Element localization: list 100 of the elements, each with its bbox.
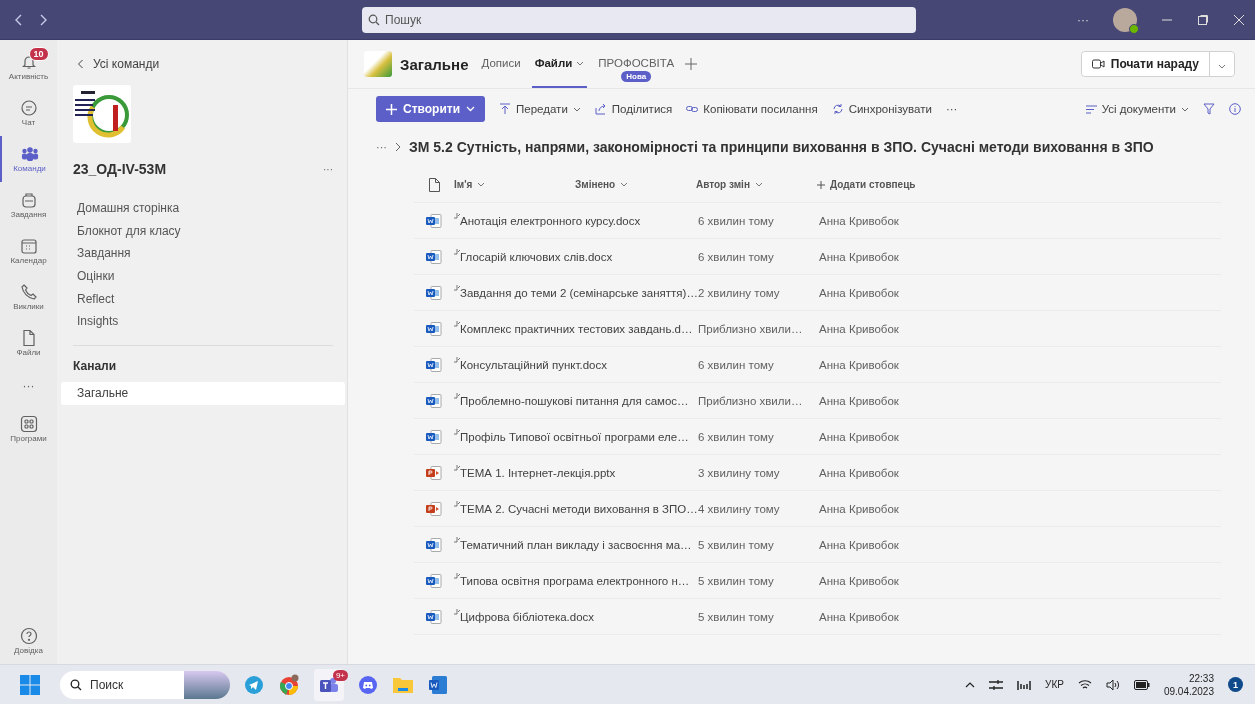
avatar[interactable] bbox=[1113, 7, 1137, 32]
file-name-link[interactable]: Типова освітня програма електронного н… bbox=[460, 574, 690, 587]
table-cell-text: Анна Кривобок bbox=[819, 286, 900, 299]
list-icon bbox=[1085, 104, 1097, 114]
team-nav-item[interactable]: Reflect bbox=[57, 287, 347, 311]
add-icon[interactable] bbox=[685, 58, 698, 70]
column-header[interactable]: Автор змін bbox=[696, 179, 817, 190]
breadcrumb-more-button[interactable]: ··· bbox=[376, 141, 387, 153]
create-button[interactable]: Створити bbox=[376, 96, 486, 122]
toolbar-button[interactable]: Поділитися bbox=[594, 103, 673, 115]
discord-icon[interactable] bbox=[358, 674, 378, 695]
team-nav-item[interactable]: Insights bbox=[57, 310, 347, 334]
notification-badge: 10 bbox=[28, 47, 49, 61]
toolbar-button[interactable]: Копіювати посилання bbox=[686, 103, 818, 115]
file-name-link[interactable]: Цифрова бібліотека.docx bbox=[460, 610, 595, 623]
forward-icon[interactable] bbox=[38, 13, 48, 26]
channel-tab[interactable]: Файли bbox=[531, 40, 588, 88]
team-nav-item[interactable]: Домашня сторінка bbox=[57, 197, 347, 220]
file-name-link[interactable]: Глосарій ключових слів.docx bbox=[460, 250, 613, 263]
chevron-down-icon bbox=[754, 182, 763, 187]
search-icon bbox=[70, 678, 82, 691]
file-name-link[interactable]: Завдання до теми 2 (семінарське заняття)… bbox=[460, 286, 698, 299]
app-bar-item[interactable]: Файли bbox=[0, 320, 57, 366]
toolbar-button[interactable]: Синхронізувати bbox=[831, 103, 932, 115]
word-document-icon bbox=[426, 321, 442, 336]
app-bar-item[interactable]: Календар bbox=[0, 228, 57, 274]
search-highlight-picture bbox=[184, 670, 230, 699]
taskbar-search-field[interactable]: Поиск bbox=[60, 670, 184, 699]
table-cell-text: Анна Кривобок bbox=[819, 394, 900, 407]
new-file-icon bbox=[454, 536, 460, 543]
more-apps-button[interactable]: ··· bbox=[22, 366, 35, 406]
table-cell-text: Приблизно хвили… bbox=[698, 322, 804, 335]
word-document-icon bbox=[426, 393, 442, 408]
table-cell-text: 5 хвилин тому bbox=[698, 574, 775, 587]
windows-start-icon[interactable] bbox=[20, 674, 40, 695]
app-bar-item[interactable]: Завдання bbox=[0, 182, 57, 228]
team-nav-item[interactable]: Завдання bbox=[57, 242, 347, 266]
info-icon[interactable] bbox=[1229, 103, 1241, 115]
meter-icon[interactable] bbox=[1017, 678, 1032, 691]
clock-time[interactable]: 22:33 bbox=[1188, 671, 1214, 685]
team-nav-item[interactable]: Блокнот для класу bbox=[57, 219, 347, 243]
channel-name: Загальне bbox=[400, 55, 469, 73]
new-file-icon bbox=[454, 500, 460, 507]
help-icon bbox=[19, 627, 38, 645]
telegram-icon[interactable] bbox=[244, 674, 264, 695]
chevron-down-icon bbox=[1181, 106, 1189, 112]
channel-tab[interactable]: ПРОФОСВІТА Нова bbox=[595, 40, 678, 88]
table-cell-text: Анна Кривобок bbox=[819, 430, 900, 443]
notification-badge[interactable]: 1 bbox=[1228, 677, 1243, 692]
back-icon[interactable] bbox=[14, 13, 24, 26]
speaker-icon[interactable] bbox=[1105, 678, 1120, 691]
word-icon[interactable] bbox=[428, 674, 448, 695]
view-selector[interactable]: Усі документи bbox=[1085, 103, 1189, 115]
sync-icon bbox=[831, 103, 844, 115]
app-bar-item[interactable]: 10 Активність bbox=[0, 44, 57, 90]
table-cell-text: Приблизно хвили… bbox=[698, 394, 804, 407]
wifi-icon[interactable] bbox=[1077, 679, 1092, 690]
file-name-link[interactable]: ТЕМА 2. Сучасні методи виховання в ЗПО… bbox=[460, 502, 698, 515]
folder-icon[interactable] bbox=[392, 675, 414, 694]
sliders-icon[interactable] bbox=[989, 678, 1004, 691]
add-column-button[interactable]: Додати стовпець bbox=[817, 179, 916, 190]
powerpoint-document-icon bbox=[426, 501, 442, 516]
file-name-link[interactable]: Проблемно-пошукові питання для самос… bbox=[460, 394, 689, 407]
file-name-link[interactable]: Анотація електронного курсу.docx bbox=[460, 214, 641, 227]
app-bar-item[interactable]: Виклики bbox=[0, 274, 57, 320]
help-button[interactable]: Довідка bbox=[0, 618, 57, 664]
app-bar-item[interactable]: Чат bbox=[0, 90, 57, 136]
battery-icon[interactable] bbox=[1133, 679, 1150, 690]
chrome-icon[interactable] bbox=[278, 673, 300, 696]
notification-badge: 9+ bbox=[332, 669, 348, 681]
folder-title: ЗМ 5.2 Сутність, напрями, закономірності та принципи виховання в ЗПО. Сучасні методи виховання в ЗПО bbox=[409, 139, 1154, 155]
search-field[interactable]: Пошук bbox=[362, 6, 916, 33]
filter-icon[interactable] bbox=[1203, 103, 1215, 115]
backpack-icon bbox=[19, 191, 38, 209]
table-cell-text: Анна Кривобок bbox=[819, 502, 900, 515]
language-indicator[interactable]: УКР bbox=[1045, 679, 1064, 690]
table-cell-text: Анна Кривобок bbox=[819, 574, 900, 587]
channel-tab[interactable]: Дописи bbox=[478, 40, 524, 88]
file-name-link[interactable]: ТЕМА 1. Інтернет-лекція.pptx bbox=[460, 466, 616, 479]
more-button[interactable]: ··· bbox=[945, 103, 958, 115]
apps-button[interactable]: Програми bbox=[0, 406, 57, 452]
more-options-button[interactable]: ··· bbox=[323, 163, 333, 175]
column-header[interactable]: Ім'я bbox=[454, 179, 575, 190]
file-name-link[interactable]: Комплекс практичних тестових завдань.d… bbox=[460, 322, 693, 335]
table-cell-text: Анна Кривобок bbox=[819, 250, 900, 263]
maximize-icon[interactable] bbox=[1197, 13, 1209, 26]
file-name-link[interactable]: Профіль Типової освітньої програми еле… bbox=[460, 430, 689, 443]
column-header[interactable]: Змінено bbox=[575, 179, 696, 190]
file-name-link[interactable]: Консультаційний пункт.docx bbox=[460, 358, 607, 371]
channel-item[interactable]: Загальне bbox=[61, 382, 345, 406]
table-cell-text: Анна Кривобок bbox=[819, 538, 900, 551]
chevron-right-icon bbox=[395, 142, 401, 152]
toolbar-button[interactable]: Передати bbox=[499, 103, 581, 115]
clock-date[interactable]: 09.04.2023 bbox=[1163, 684, 1214, 698]
team-nav-item[interactable]: Оцінки bbox=[57, 265, 347, 288]
file-name-link[interactable]: Тематичний план викладу і засвоєння ма… bbox=[460, 538, 692, 551]
back-link[interactable]: Усі команди bbox=[77, 57, 160, 71]
close-icon[interactable] bbox=[1233, 13, 1245, 26]
more-button[interactable]: ··· bbox=[1077, 12, 1089, 27]
chevron-up-icon[interactable] bbox=[965, 681, 976, 688]
